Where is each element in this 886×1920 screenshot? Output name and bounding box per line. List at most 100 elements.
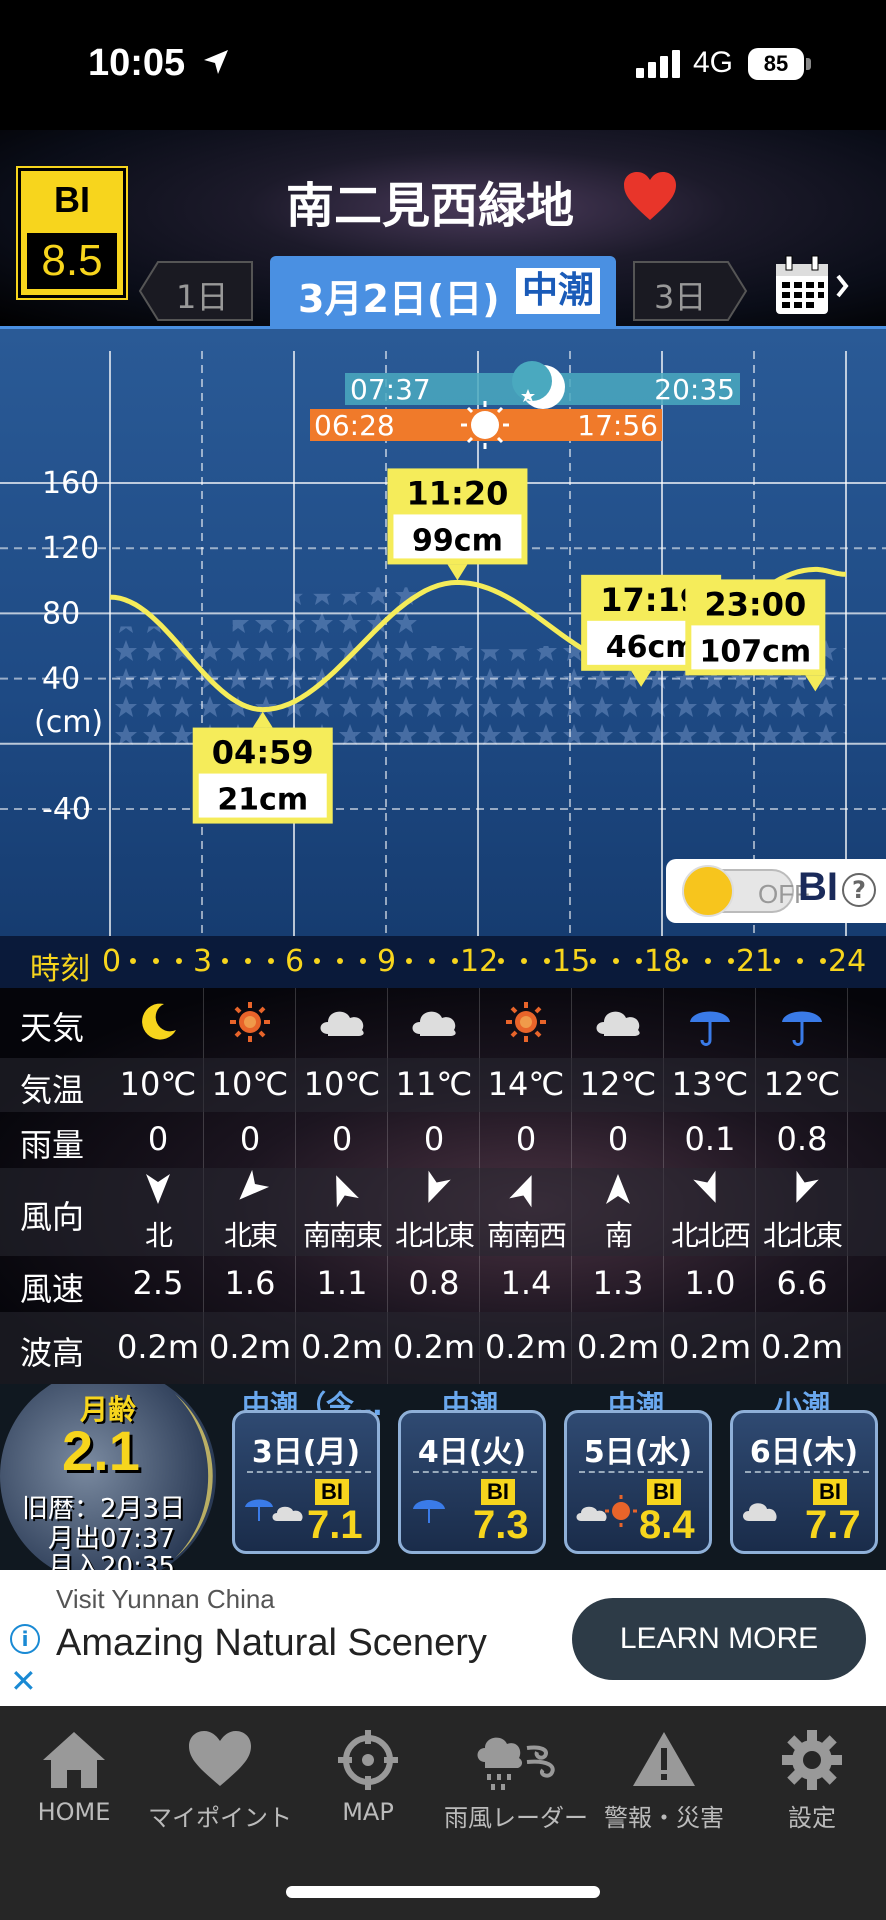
moon-icon (112, 1000, 204, 1052)
weather-row-label: 気温 (20, 1071, 85, 1109)
nav-map-label: MAP (342, 1798, 394, 1826)
tide-callout: 11:20 99cm (387, 468, 528, 581)
day-forecast-card[interactable]: 3日(月) BI 7.1 (232, 1410, 380, 1554)
bi-bar (355, 587, 417, 748)
time-tick-label: 24 (828, 944, 867, 979)
status-time: 10:05 (88, 42, 186, 84)
gear-icon (782, 1730, 842, 1790)
time-axis-dot (130, 958, 136, 964)
wind-direction-cell: 南 (572, 1172, 664, 1254)
time-axis-label: 時刻 (30, 952, 90, 987)
weather-cell: 0.2m (668, 1328, 752, 1366)
time-tick-label: 21 (736, 944, 775, 979)
bi-badge[interactable]: BI 8.5 (18, 168, 126, 298)
tide-callout-time: 23:00 (704, 585, 806, 623)
sun-rise-time: 06:28 (314, 409, 395, 442)
calendar-icon[interactable] (772, 254, 852, 318)
header: BI 8.5 南二見西緑地 1日 3月2日(日) 中潮 3日 (0, 130, 886, 326)
crosshair-icon (338, 1730, 398, 1790)
favorite-heart-icon[interactable] (622, 170, 678, 222)
weather-row: 雨量 0 0 0 0 0 0 0.1 0.8 (0, 1112, 886, 1168)
nav-home[interactable]: HOME (0, 1728, 148, 1826)
help-icon[interactable]: ? (842, 873, 876, 907)
weather-cell: 1.6 (224, 1264, 276, 1302)
day-forecast-card[interactable]: 6日(木) BI 7.7 (730, 1410, 878, 1554)
time-tick-label: 0 (102, 944, 122, 979)
day-bi-label: BI (813, 1479, 847, 1505)
ad-banner[interactable]: i ✕ Visit Yunnan China Amazing Natural S… (0, 1570, 886, 1706)
bi-toggle[interactable]: OFF BI ? (666, 859, 886, 923)
wind-direction-label: 北東 (223, 1219, 278, 1252)
weather-cell: 0.2m (392, 1328, 476, 1366)
weather-cell: 1.1 (316, 1264, 368, 1302)
time-axis-dot (797, 958, 803, 964)
nav-alerts[interactable]: 警報・災害 (590, 1728, 738, 1833)
wind-arrow-icon (756, 1170, 848, 1214)
wind-direction-label: 北 (144, 1219, 173, 1252)
tab-next-label: 3日 (654, 278, 707, 316)
cloud-icon (388, 1000, 480, 1048)
time-tick-label: 18 (644, 944, 683, 979)
ad-title: Amazing Natural Scenery (56, 1622, 487, 1664)
tide-callout-time: 04:59 (212, 734, 314, 772)
weather-row-label: 風速 (20, 1270, 85, 1308)
nav-alerts-label: 警報・災害 (604, 1804, 724, 1832)
tide-callout: 04:59 21cm (192, 711, 333, 824)
day-separator (745, 1471, 869, 1473)
day-bi-label: BI (481, 1479, 515, 1505)
tab-next-day[interactable]: 3日 (632, 260, 748, 322)
ad-info-icon[interactable]: i (10, 1624, 40, 1654)
weather-cell: 0 (147, 1120, 169, 1158)
time-axis-dot (268, 958, 274, 964)
nav-home-label: HOME (37, 1798, 111, 1826)
y-tick-label: 160 (42, 466, 99, 501)
nav-settings-label: 設定 (788, 1804, 836, 1832)
day-bi-value: 7.3 (473, 1503, 529, 1547)
tab-current-day[interactable]: 3月2日(日) 中潮 (270, 256, 616, 326)
time-axis-dot (820, 958, 826, 964)
time-axis-dot (590, 958, 596, 964)
tide-callout: 23:00 107cm (685, 579, 826, 692)
ad-close-icon[interactable]: ✕ (10, 1662, 37, 1700)
tab-prev-day[interactable]: 1日 (138, 260, 254, 322)
nav-mypoint[interactable]: マイポイント (146, 1728, 294, 1833)
cloud-icon (296, 1000, 388, 1048)
wind-direction-label: 南 (604, 1219, 633, 1252)
home-indicator (286, 1886, 600, 1898)
weather-cell: 14℃ (487, 1065, 565, 1103)
weather-cell: 0.8 (408, 1264, 460, 1302)
wind-arrow-icon (480, 1172, 572, 1214)
sun-icon (204, 1000, 296, 1052)
nav-radar[interactable]: 雨風レーダー (442, 1728, 590, 1833)
location-arrow-icon (204, 50, 228, 74)
rain-wind-radar-icon (477, 1737, 555, 1790)
weather-cell: 0 (423, 1120, 445, 1158)
toggle-bi-label: BI (798, 865, 838, 909)
umbrella-icon (664, 1000, 756, 1056)
day-forecast-card[interactable]: 5日(水) BI 8.4 (564, 1410, 712, 1554)
ad-learn-more-button[interactable]: LEARN MORE (572, 1598, 866, 1680)
sun-time-bar: 06:28 17:56 (310, 401, 662, 449)
bi-bar (416, 646, 478, 748)
weather-row: 波高 0.2m 0.2m 0.2m 0.2m 0.2m 0.2m 0.2m 0.2m (0, 1312, 886, 1384)
moon-set-time: 20:35 (654, 373, 735, 406)
y-tick-label: 80 (42, 596, 80, 631)
moon-and-forecast-bar: 月齢 2.1 旧暦：2月3日 月出07:37 月入20:35 中潮（今… 3日(月… (0, 1368, 886, 1584)
weather-row-label: 雨量 (20, 1126, 85, 1164)
tide-callout-height: 99cm (412, 523, 503, 558)
nav-settings[interactable]: 設定 (738, 1728, 886, 1833)
weather-cell: 0.2m (576, 1328, 660, 1366)
y-tick-label: 120 (42, 531, 99, 566)
wind-direction-cell: 北北西 (664, 1170, 756, 1254)
day-date: 5日(水) (583, 1435, 693, 1470)
day-weather-icon (741, 1493, 781, 1531)
wind-direction-cell: 北 (112, 1172, 204, 1254)
weather-cell: 1.4 (500, 1264, 552, 1302)
weather-cell: 6.6 (776, 1264, 828, 1302)
time-axis-dot (360, 958, 366, 964)
moon-panel[interactable]: 月齢 2.1 旧暦：2月3日 月出07:37 月入20:35 (0, 1368, 218, 1584)
battery-tip (806, 58, 811, 70)
nav-map[interactable]: MAP (294, 1728, 442, 1826)
wind-direction-label: 北北西 (670, 1219, 751, 1252)
day-forecast-card[interactable]: 4日(火) BI 7.3 (398, 1410, 546, 1554)
